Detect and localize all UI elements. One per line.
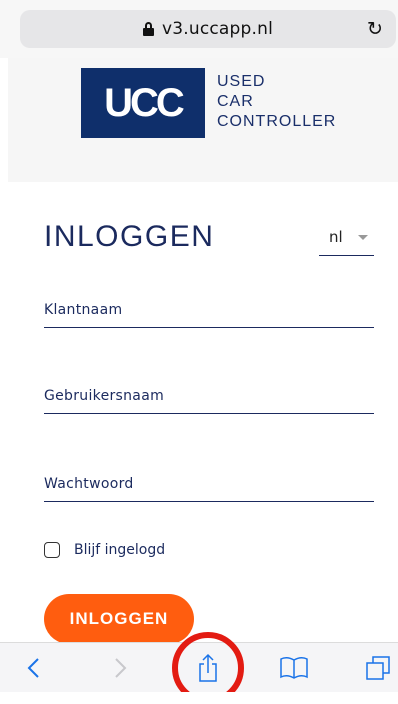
- bookmarks-icon[interactable]: [276, 643, 312, 693]
- username-label: Gebruikersnaam: [44, 388, 165, 404]
- login-button[interactable]: INLOGGEN: [44, 594, 194, 644]
- ucc-logo: UCC: [81, 68, 205, 138]
- site-header: UCC USED CAR CONTROLLER: [8, 58, 398, 182]
- page-title: INLOGGEN: [44, 220, 215, 253]
- password-field[interactable]: Wachtwoord: [44, 472, 374, 502]
- remember-me: Blijf ingelogd: [44, 540, 165, 560]
- remember-checkbox[interactable]: [44, 542, 60, 558]
- brand-name: USED CAR CONTROLLER: [217, 72, 336, 132]
- reload-icon[interactable]: ↻: [364, 18, 386, 40]
- browser-address-area: v3.uccapp.nl ↻: [0, 0, 398, 58]
- language-value: nl: [329, 228, 343, 246]
- address-bar-content: v3.uccapp.nl: [20, 10, 396, 48]
- brand-line-1: USED: [217, 73, 266, 90]
- brand-line-3: CONTROLLER: [217, 113, 337, 130]
- customer-name-field[interactable]: Klantnaam: [44, 298, 374, 328]
- login-form: INLOGGEN nl Klantnaam Gebruikersnaam Wac…: [8, 182, 398, 644]
- lock-icon: [142, 22, 154, 36]
- remember-label[interactable]: Blijf ingelogd: [74, 542, 165, 558]
- language-select[interactable]: nl: [319, 228, 374, 256]
- bottom-margin: [0, 692, 398, 704]
- username-field[interactable]: Gebruikersnaam: [44, 384, 374, 414]
- caret-down-icon: [358, 235, 368, 240]
- url-text: v3.uccapp.nl: [161, 19, 274, 39]
- forward-icon[interactable]: [106, 643, 136, 693]
- tabs-icon[interactable]: [360, 643, 396, 693]
- logo-mark: UCC: [104, 80, 185, 125]
- password-label: Wachtwoord: [44, 476, 134, 492]
- customer-name-label: Klantnaam: [44, 302, 123, 318]
- address-bar[interactable]: v3.uccapp.nl ↻: [20, 10, 396, 48]
- back-icon[interactable]: [18, 643, 48, 693]
- brand-line-2: CAR: [217, 93, 254, 110]
